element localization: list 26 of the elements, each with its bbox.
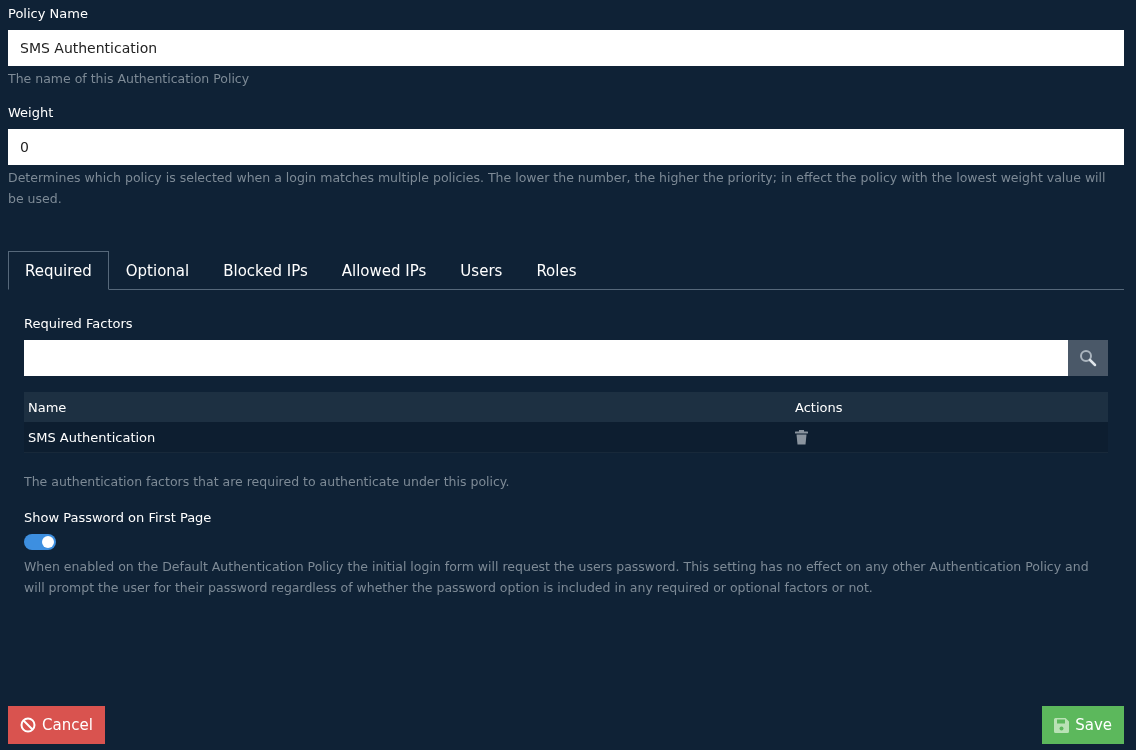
field-label: Weight (8, 105, 55, 120)
tab[interactable]: Allowed IPs (324, 251, 444, 290)
weight-field[interactable]: 0 (8, 129, 1124, 165)
tab[interactable]: Roles (519, 251, 594, 290)
table-cell-text: SMS Authentication (27, 429, 157, 445)
toggle-switch[interactable] (24, 534, 56, 550)
field-label: Show Password on First Page (24, 510, 213, 525)
tab[interactable]: Blocked IPs (206, 251, 325, 290)
trash-icon[interactable] (795, 429, 808, 445)
tab[interactable]: Required (8, 251, 109, 290)
cancel-button[interactable]: Cancel (8, 706, 105, 744)
search-button[interactable] (1068, 340, 1108, 376)
column-header: Name (27, 399, 68, 415)
field-label: Policy Name (8, 6, 89, 21)
column-header: Actions (795, 399, 844, 415)
prohibited-icon (20, 717, 36, 733)
field-label: Required Factors (24, 316, 134, 331)
tab[interactable]: Users (443, 251, 520, 290)
help-text: The name of this Authentication Policy (8, 70, 251, 88)
help-text: When enabled on the Default Authentication Policy the initial login form will request the users password. This setting has no effect on any other Authentication Policy and will prompt the user for their password regardless of whether the password option is included in any required or optional factors or not. (24, 558, 1090, 597)
search-icon (1079, 349, 1097, 367)
search-field[interactable] (24, 340, 1068, 376)
help-text: The authentication factors that are required to authenticate under this policy. (24, 473, 511, 491)
policy-name-field[interactable]: SMS Authentication (8, 30, 1124, 66)
help-text: Determines which policy is selected when a login matches multiple policies. The lower the number, the higher the priority; in effect the policy with the lowest weight value will be used. (8, 169, 1107, 208)
tab[interactable]: Optional (108, 251, 207, 290)
